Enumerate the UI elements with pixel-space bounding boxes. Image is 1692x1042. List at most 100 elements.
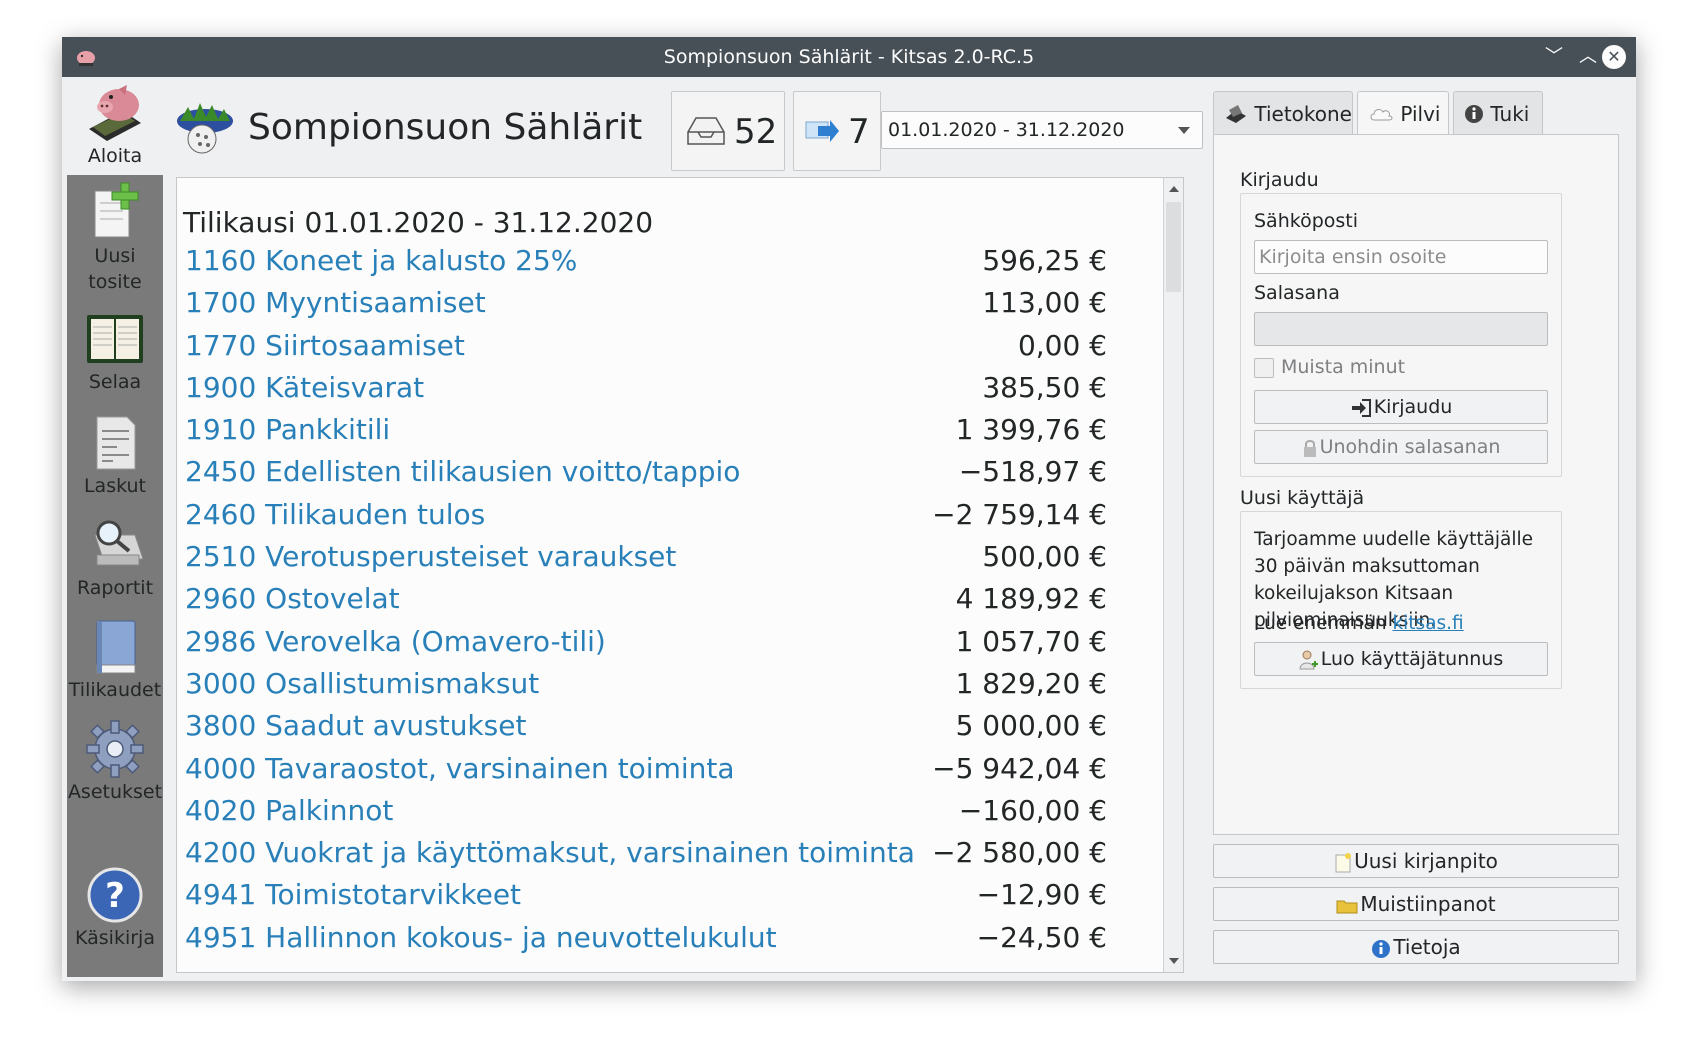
account-name-link[interactable]: 2986 Verovelka (Omavero-tili) [185,625,606,658]
sidebar-item-kasikirja[interactable]: ? Käsikirja [67,865,163,957]
account-row[interactable]: 4000 Tavaraostot, varsinainen toiminta −5… [185,752,1107,794]
sidebar-item-selaa[interactable]: Selaa [67,311,163,403]
account-row[interactable]: 2450 Edellisten tilikausien voitto/tappi… [185,455,1107,497]
account-name-link[interactable]: 2510 Verotusperusteiset varaukset [185,540,676,573]
account-row[interactable]: 3800 Saadut avustukset 5 000,00 € [185,709,1107,751]
new-books-button[interactable]: Uusi kirjanpito [1213,844,1619,878]
maximize-button[interactable]: ︿ [1574,43,1602,71]
remember-me-checkbox[interactable] [1254,358,1274,378]
login-button-label: Kirjaudu [1373,396,1453,418]
tab-label: Pilvi [1400,102,1441,126]
tab-label: Tuki [1490,102,1530,126]
sidebar-item-tilikaudet[interactable]: Tilikaudet [67,617,163,709]
create-account-label: Luo käyttäjätunnus [1320,648,1504,670]
sidebar-item-laskut[interactable]: Laskut [67,413,163,505]
account-name-link[interactable]: 4200 Vuokrat ja käyttömaksut, varsinaine… [185,836,915,869]
account-row[interactable]: 2460 Tilikauden tulos −2 759,14 € [185,498,1107,540]
info-icon [1372,939,1391,958]
outbox-counter-button[interactable]: 7 [793,91,881,171]
account-balance: 5 000,00 € [955,709,1107,743]
about-button[interactable]: Tietoja [1213,930,1619,964]
email-placeholder: Kirjoita ensin osoite [1259,246,1447,268]
sidebar-item-raportit[interactable]: Raportit [67,515,163,607]
account-balance: −2 580,00 € [932,836,1107,870]
account-row[interactable]: 1900 Käteisvarat 385,50 € [185,371,1107,413]
account-name-link[interactable]: 4000 Tavaraostot, varsinainen toiminta [185,752,735,785]
account-row[interactable]: 1910 Pankkitili 1 399,76 € [185,413,1107,455]
sidebar-item-label: Uusi tosite [88,245,142,293]
account-balances-panel: Tilikausi 01.01.2020 - 31.12.2020 1160 K… [176,177,1184,973]
scroll-thumb[interactable] [1166,202,1181,292]
scroll-down-arrow-icon[interactable] [1169,958,1179,964]
account-row[interactable]: 4020 Palkinnot −160,00 € [185,794,1107,836]
tab-pilvi[interactable]: Pilvi [1357,91,1449,137]
account-name-link[interactable]: 1770 Siirtosaamiset [185,329,465,362]
login-button[interactable]: Kirjaudu [1254,390,1548,424]
account-name-link[interactable]: 3800 Saadut avustukset [185,709,526,742]
sidebar-item-label: Asetukset [67,781,163,803]
account-name-link[interactable]: 1910 Pankkitili [185,413,390,446]
inbox-counter-button[interactable]: 52 [671,91,785,171]
organization-name: Sompionsuon Sählärit [248,107,643,148]
account-balance: −160,00 € [958,793,1107,827]
account-row[interactable]: 2510 Verotusperusteiset varaukset 500,00 … [185,540,1107,582]
app-window: Sompionsuon Sählärit - Kitsas 2.0-RC.5 ﹀… [62,37,1636,981]
account-name-link[interactable]: 2960 Ostovelat [185,582,400,615]
tab-tietokone[interactable]: Tietokone [1213,91,1353,135]
title-bar[interactable]: Sompionsuon Sählärit - Kitsas 2.0-RC.5 ﹀… [62,37,1636,77]
create-account-button[interactable]: Luo käyttäjätunnus [1254,642,1548,676]
account-name-link[interactable]: 1900 Käteisvarat [185,371,424,404]
kitsas-link[interactable]: kitsas.fi [1392,613,1463,634]
account-name-link[interactable]: 2460 Tilikauden tulos [185,498,485,531]
sidebar-item-label: Selaa [88,371,142,393]
period-select-value: 01.01.2020 - 31.12.2020 [888,119,1125,141]
sidebar-item-label: Tilikaudet [68,679,162,701]
window-title: Sompionsuon Sählärit - Kitsas 2.0-RC.5 [663,46,1035,68]
sidebar-item-uusi-tosite[interactable]: Uusi tosite [67,177,163,305]
account-row[interactable]: 1770 Siirtosaamiset 0,00 € [185,329,1107,371]
account-row[interactable]: 4941 Toimistotarvikkeet −12,90 € [185,878,1107,920]
period-select[interactable]: 01.01.2020 - 31.12.2020 [881,111,1203,149]
close-button[interactable]: ✕ [1602,45,1626,69]
sidebar-item-label: Aloita [87,145,143,167]
account-row[interactable]: 1160 Koneet ja kalusto 25% 596,25 € [185,244,1107,286]
account-name-link[interactable]: 1700 Myyntisaamiset [185,286,486,319]
sidebar-item-label: Raportit [76,577,154,599]
tab-label: Tietokone [1254,102,1352,126]
account-balance: −24,50 € [976,920,1107,954]
account-name-link[interactable]: 4941 Toimistotarvikkeet [185,878,521,911]
vertical-scrollbar[interactable] [1163,178,1183,972]
notes-button[interactable]: Muistiinpanot [1213,887,1619,921]
scroll-up-arrow-icon[interactable] [1169,186,1179,192]
sidebar-item-asetukset[interactable]: Asetukset [67,719,163,811]
email-field[interactable]: Kirjoita ensin osoite [1254,240,1548,274]
tab-tuki[interactable]: Tuki [1453,91,1543,135]
new-file-icon [1335,852,1352,872]
account-row[interactable]: 4200 Vuokrat ja käyttömaksut, varsinaine… [185,836,1107,878]
svg-text:?: ? [105,876,125,916]
forgot-password-button[interactable]: Unohdin salasanan [1254,430,1548,464]
account-row[interactable]: 2986 Verovelka (Omavero-tili) 1 057,70 € [185,625,1107,667]
account-row[interactable]: 3000 Osallistumismaksut 1 829,20 € [185,667,1107,709]
account-balance: 113,00 € [982,286,1107,320]
password-field[interactable] [1254,312,1548,346]
read-more-prefix: Lue enemmän [1254,613,1387,634]
book-icon [96,620,136,674]
account-balance: 0,00 € [1017,328,1107,362]
account-name-link[interactable]: 4951 Hallinnon kokous- ja neuvottelukulu… [185,921,777,954]
minimize-button[interactable]: ﹀ [1540,43,1568,71]
account-row[interactable]: 1700 Myyntisaamiset 113,00 € [185,286,1107,328]
sidebar-item-aloita[interactable]: Aloita [67,77,163,175]
account-row[interactable]: 4951 Hallinnon kokous- ja neuvottelukulu… [185,921,1107,963]
account-balance: −5 942,04 € [932,751,1107,785]
account-row[interactable]: 2960 Ostovelat 4 189,92 € [185,582,1107,624]
folder-icon [1336,900,1358,913]
account-name-link[interactable]: 4020 Palkinnot [185,794,393,827]
notes-label: Muistiinpanot [1360,892,1496,916]
new-user-section-title: Uusi käyttäjä [1240,487,1365,509]
sidebar-item-label: Laskut [83,475,147,497]
about-label: Tietoja [1393,935,1461,959]
account-name-link[interactable]: 3000 Osallistumismaksut [185,667,539,700]
account-name-link[interactable]: 1160 Koneet ja kalusto 25% [185,244,577,277]
account-name-link[interactable]: 2450 Edellisten tilikausien voitto/tappi… [185,455,740,488]
